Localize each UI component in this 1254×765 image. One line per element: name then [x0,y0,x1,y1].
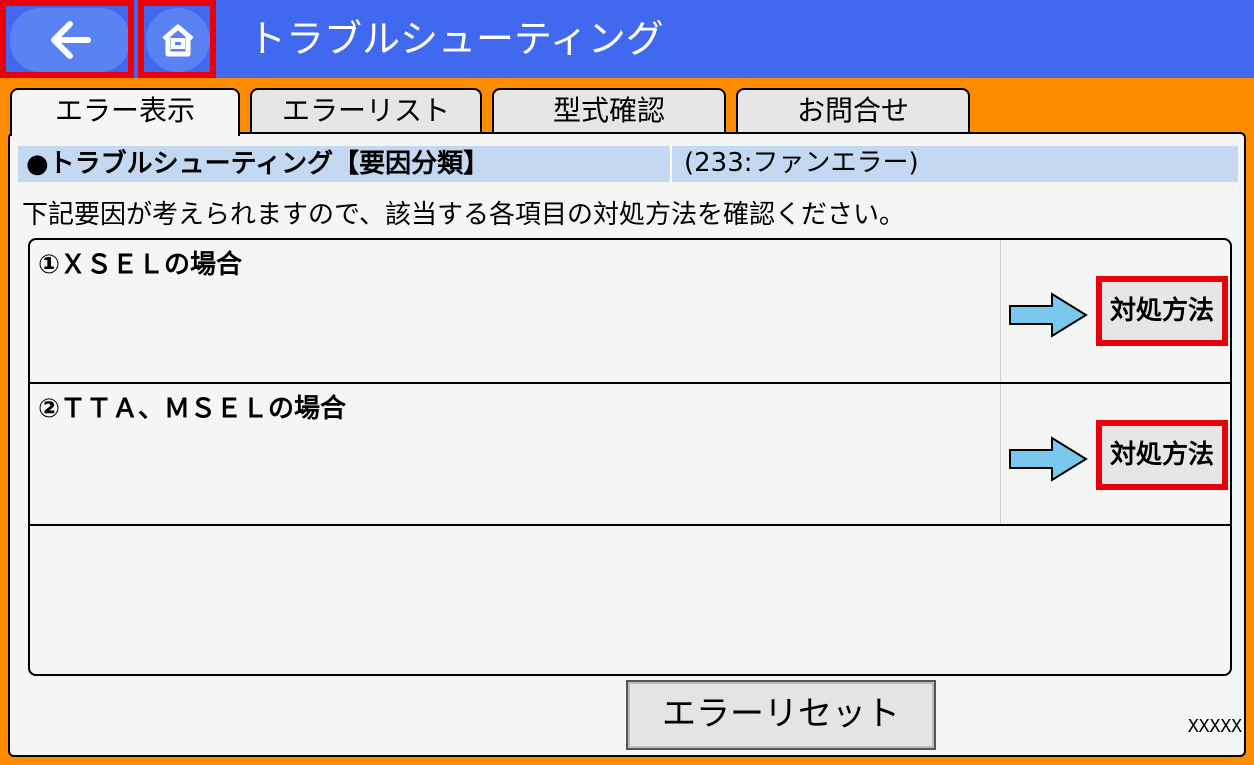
error-code-label: (233:ファンエラー) [684,148,919,178]
cause-list: ①ＸＳＥＬの場合 対処方法 ②ＴＴＡ、ＭＳＥＬの場合 対処方法 [28,238,1232,676]
row-divider [30,524,1230,526]
tab-model-check[interactable]: 型式確認 [492,88,726,134]
arrow-right-icon [1009,292,1088,338]
error-reset-button[interactable]: エラーリセット [626,680,936,750]
page-title: トラブルシューティング [248,17,664,61]
content-panel: ●トラブルシューティング【要因分類】 (233:ファンエラー) 下記要因が考えら… [8,132,1246,757]
breadcrumb-title: ●トラブルシューティング【要因分類】 [26,149,490,179]
tab-error-list[interactable]: エラーリスト [250,88,482,134]
remedy-button[interactable]: 対処方法 [1096,420,1228,490]
remedy-button[interactable]: 対処方法 [1096,276,1228,346]
home-button-highlight [138,0,216,78]
cause-row-label: ②ＴＴＡ、ＭＳＥＬの場合 [38,394,347,424]
breadcrumb-divider [670,146,672,182]
instruction-text: 下記要因が考えられますので、該当する各項目の対処方法を確認ください。 [22,200,905,230]
arrow-right-icon [1009,436,1088,482]
cause-row-label: ①ＸＳＥＬの場合 [38,250,243,280]
breadcrumb: ●トラブルシューティング【要因分類】 (233:ファンエラー) [18,146,1238,182]
tab-contact[interactable]: お問合せ [736,88,970,134]
row-divider [30,382,1230,384]
screen-code: XXXXX [1187,716,1242,737]
tab-error-display[interactable]: エラー表示 [10,88,240,136]
back-button-highlight [0,0,134,78]
app-header: トラブルシューティング [0,0,1254,78]
